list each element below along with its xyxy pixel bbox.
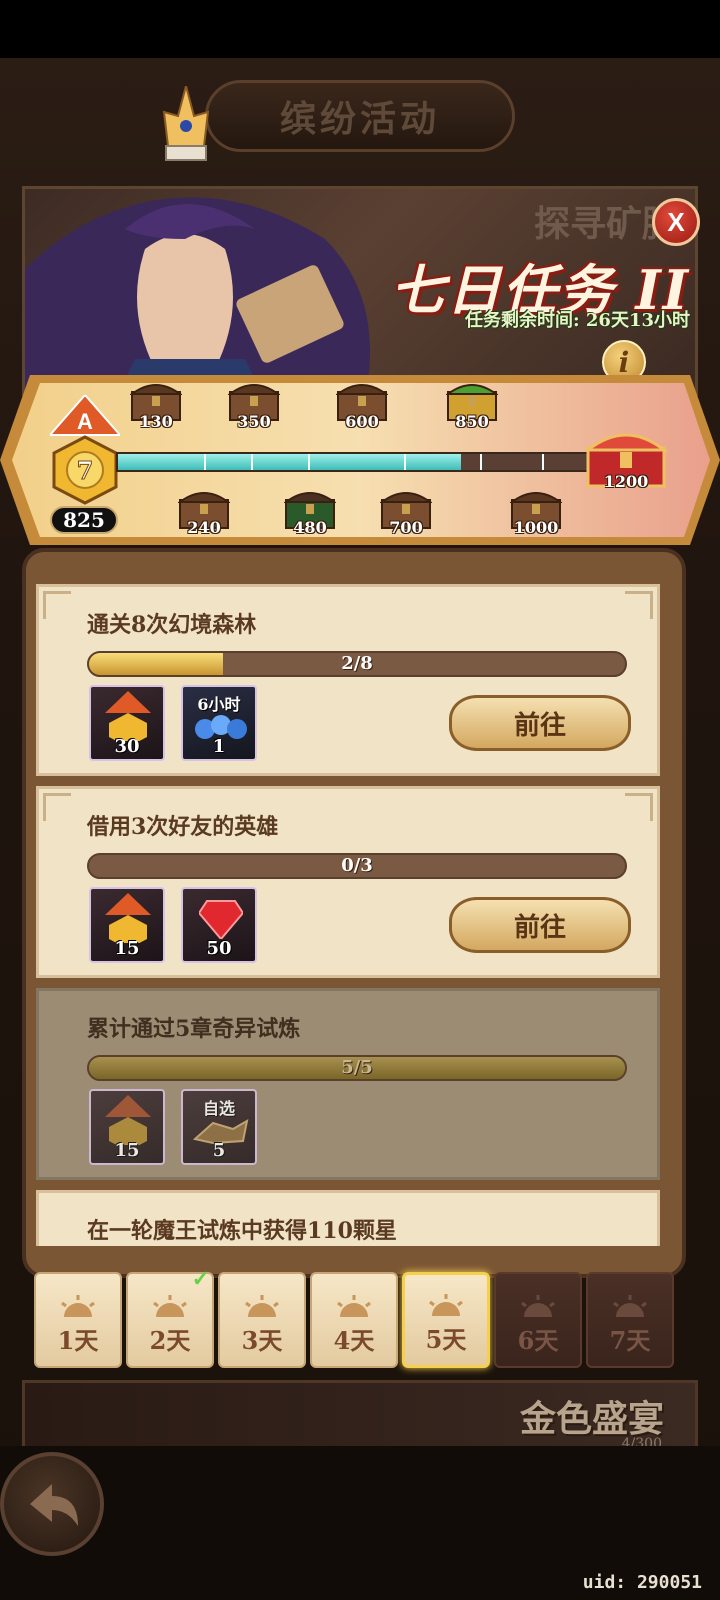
level-token-icon [105, 893, 151, 943]
task-title: 借用3次好友的英雄 [87, 814, 279, 840]
task-title: 通关8次幻境森林 [87, 612, 257, 638]
reward-quantity: 15 [114, 938, 140, 959]
task-card: 借用3次好友的英雄 0/3 15 50 前往 [36, 786, 660, 978]
level-number: 7 [77, 456, 94, 485]
task-progress-text: 2/8 [341, 653, 373, 674]
day-tab-1[interactable]: 1天 [34, 1272, 122, 1368]
day-tab-6[interactable]: 6天 [494, 1272, 582, 1368]
go-button[interactable]: 前往 [449, 897, 631, 953]
milestone-points-label: 1200 [603, 472, 649, 491]
reward-item[interactable]: 6小时 1 [181, 685, 257, 761]
progress-tick [403, 454, 406, 470]
header-title-plate: 缤纷活动 [205, 80, 515, 152]
progress-tick [541, 454, 544, 470]
ornament-corner [625, 591, 653, 619]
day-tabs: 1天 2天 ✓ 3天 4天 5天 6天 7天 [34, 1266, 694, 1372]
day-label: 1天 [57, 1326, 99, 1355]
progress-tick [479, 454, 482, 470]
task-card: 在一轮魔王试炼中获得110颗星 [36, 1190, 660, 1246]
progress-tick [203, 454, 206, 470]
progress-tick [251, 454, 254, 470]
task-title: 在一轮魔王试炼中获得110颗星 [87, 1218, 397, 1244]
reward-quantity: 1 [212, 736, 226, 757]
milestone-points-label: 130 [139, 412, 173, 431]
next-event-title: 金色盛宴 [519, 1398, 664, 1440]
sun-icon [429, 1294, 463, 1316]
day-tab-3[interactable]: 3天 [218, 1272, 306, 1368]
day-label: 6天 [517, 1326, 559, 1355]
back-arrow-icon [30, 1484, 78, 1526]
reward-quantity: 15 [114, 1140, 140, 1161]
task-card: 通关8次幻境森林 2/8 30 6小时 1 前往 [36, 584, 660, 776]
milestone-points-label: 1000 [513, 518, 559, 537]
milestone-points-label: 850 [455, 412, 489, 431]
crown-icon [162, 86, 210, 161]
day-label: 5天 [425, 1325, 467, 1354]
back-button[interactable] [0, 1452, 104, 1556]
task-card-completed: 累计通过5章奇异试炼 5/5 15 自选 5 [36, 988, 660, 1180]
milestone-points-label: 600 [345, 412, 379, 431]
day-tab-5[interactable]: 5天 [402, 1272, 490, 1368]
sun-icon [153, 1295, 187, 1317]
reward-quantity: 50 [206, 938, 232, 959]
level-token-icon [105, 1095, 151, 1145]
task-progress-text: 5/5 [341, 1057, 373, 1078]
go-button[interactable]: 前往 [449, 695, 631, 751]
user-id: uid: 290051 [582, 1572, 702, 1593]
day-tab-4[interactable]: 4天 [310, 1272, 398, 1368]
day-label: 4天 [333, 1326, 375, 1355]
task-progress-text: 0/3 [341, 855, 373, 876]
day-label: 7天 [609, 1326, 651, 1355]
reward-quantity: 5 [212, 1140, 226, 1161]
task-list[interactable]: 通关8次幻境森林 2/8 30 6小时 1 前往 借用3次好友的英雄 0/3 1… [36, 570, 660, 1246]
milestone-points-label: 480 [293, 518, 327, 537]
activity-points: 825 [50, 506, 118, 534]
ruby-gem-icon [199, 900, 243, 939]
reward-item[interactable]: 30 [89, 685, 165, 761]
reward-item[interactable]: 15 [89, 887, 165, 963]
info-icon: i [618, 345, 630, 379]
page-title: 缤纷活动 [279, 98, 440, 140]
level-badge-icon: A 7 [50, 395, 120, 505]
close-button[interactable]: X [652, 198, 700, 246]
sun-icon [613, 1295, 647, 1317]
reward-quantity: 30 [114, 736, 140, 757]
ornament-corner [43, 793, 71, 821]
sun-icon [61, 1295, 95, 1317]
status-bar [0, 0, 720, 58]
hero-illustration [25, 197, 370, 393]
sun-icon [337, 1295, 371, 1317]
time-remaining: 任务剩余时间: 26天13小时 [464, 310, 690, 331]
progress-tick [308, 454, 311, 470]
task-progress-bar: 0/3 [87, 853, 627, 879]
task-title: 累计通过5章奇异试炼 [87, 1016, 301, 1042]
day-label: 3天 [241, 1326, 283, 1355]
task-progress-bar: 5/5 [87, 1055, 627, 1081]
check-icon: ✓ [191, 1266, 210, 1292]
milestone-progress-fill [118, 454, 461, 470]
milestone-progress-bar [116, 452, 596, 472]
ornament-corner [43, 591, 71, 619]
sun-icon [521, 1295, 555, 1317]
reward-duration: 6小时 [197, 695, 241, 714]
reward-choice-label: 自选 [202, 1099, 235, 1118]
milestone-points-label: 350 [237, 412, 271, 431]
milestone-points-label: 700 [389, 518, 423, 537]
svg-text:A: A [77, 409, 93, 434]
day-tab-2[interactable]: 2天 ✓ [126, 1266, 214, 1368]
task-progress-bar: 2/8 [87, 651, 627, 677]
level-token-icon [105, 691, 151, 741]
sun-icon [245, 1295, 279, 1317]
day-tab-7[interactable]: 7天 [586, 1272, 674, 1368]
reward-item[interactable]: 自选 5 [181, 1089, 257, 1165]
reward-item[interactable]: 50 [181, 887, 257, 963]
ornament-corner [625, 793, 653, 821]
reward-item[interactable]: 15 [89, 1089, 165, 1165]
day-label: 2天 [149, 1326, 191, 1355]
close-icon: X [667, 206, 685, 237]
milestone-points-label: 240 [187, 518, 221, 537]
